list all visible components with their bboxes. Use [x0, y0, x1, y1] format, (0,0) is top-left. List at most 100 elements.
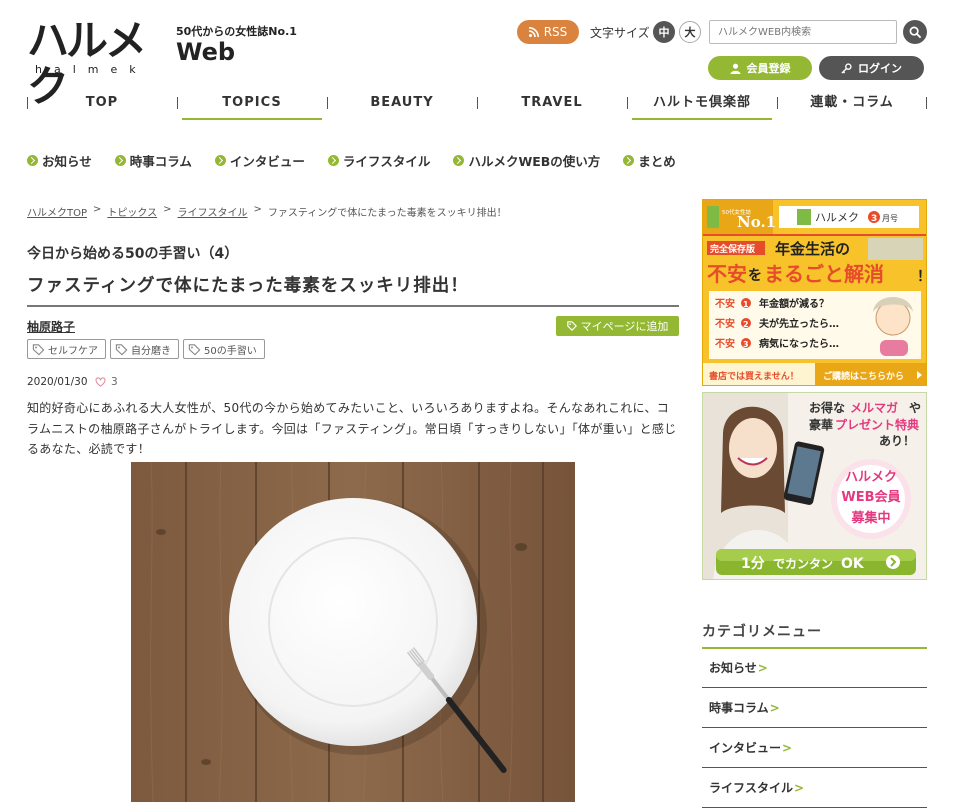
subnav-item-lifestyle[interactable]: ライフスタイル	[327, 151, 430, 170]
logo-romaji: halmek	[35, 63, 148, 76]
add-to-mypage-label: マイページに追加	[580, 320, 669, 333]
chevron-right-icon	[114, 155, 126, 166]
rss-label: RSS	[543, 25, 568, 39]
ad-point-text: 夫が先立ったら…	[758, 317, 839, 330]
breadcrumb-link-top[interactable]: ハルメクTOP	[27, 204, 87, 219]
breadcrumb-separator: >	[253, 204, 262, 215]
category-item-lifestyle[interactable]: ライフスタイル >	[702, 768, 927, 808]
author-link[interactable]: 柚原路子	[27, 318, 75, 335]
add-to-mypage-button[interactable]: マイページに追加	[556, 316, 679, 336]
category-menu-heading: カテゴリメニュー	[702, 621, 927, 649]
ad2-line1b: メルマガ	[850, 400, 898, 415]
tag-icon	[566, 321, 577, 331]
tag-chip[interactable]: セルフケア	[27, 339, 106, 359]
magazine-ad-graphic: 50代女性誌 No.1 ハルメク 3 月号 完全保存版 年金生活の 不安 を ま…	[703, 200, 927, 385]
search-icon	[909, 26, 921, 38]
heart-icon	[95, 377, 106, 387]
chevron-right-icon: >	[782, 740, 793, 755]
like-button[interactable]: 3	[95, 376, 118, 388]
article-title: ファスティングで体にたまった毒素をスッキリ排出！	[27, 272, 679, 307]
ad-point-label: 不安	[715, 337, 735, 350]
ad-footer-left: 書店では買えません！	[709, 370, 799, 382]
chevron-right-icon	[327, 155, 339, 166]
chevron-right-icon	[27, 155, 38, 166]
category-list: お知らせ > 時事コラム > インタビュー > ライフスタイル >	[702, 648, 927, 808]
chevron-right-icon: >	[769, 700, 780, 715]
key-icon	[841, 62, 852, 74]
login-button[interactable]: ログイン	[819, 56, 924, 80]
ad-point-num: 1	[743, 300, 749, 309]
ad2-line2a: 豪華	[809, 417, 833, 432]
ad2-line3: あり！	[879, 434, 915, 448]
chevron-right-icon: >	[757, 660, 768, 675]
ad-point-label: 不安	[715, 317, 735, 330]
plate-on-table-illustration	[131, 462, 575, 802]
ad2-line1a: お得な	[809, 400, 845, 415]
rss-button[interactable]: RSS	[517, 20, 579, 44]
breadcrumb-separator: >	[163, 204, 172, 215]
font-size-label: 文字サイズ	[590, 26, 650, 40]
tag-chip[interactable]: 50の手習い	[183, 339, 265, 359]
search-input[interactable]	[709, 20, 897, 44]
tag-icon	[115, 343, 128, 355]
gnav-item-beauty[interactable]: BEAUTY	[327, 92, 477, 122]
active-underline	[182, 118, 322, 120]
active-underline	[632, 118, 772, 120]
category-item-news[interactable]: お知らせ >	[702, 648, 927, 688]
breadcrumb-link-lifestyle[interactable]: ライフスタイル	[178, 204, 248, 219]
gnav-item-topics[interactable]: TOPICS	[177, 92, 327, 122]
ad-point-text: 年金額が減る？	[759, 297, 829, 310]
sub-nav: お知らせ 時事コラム インタビュー ライフスタイル ハルメクWEBの使い方 まと…	[27, 151, 676, 170]
subnav-item-howto[interactable]: ハルメクWEBの使い方	[453, 151, 600, 170]
login-label: ログイン	[858, 62, 902, 75]
ad-magazine-name: ハルメク	[815, 211, 859, 224]
ad-point-text: 病気になったら…	[759, 337, 839, 350]
ad-footer-right: ご購読はこちらから	[823, 370, 904, 382]
ad2-cta-b: でカンタン	[773, 557, 833, 571]
global-nav: TOP TOPICS BEAUTY TRAVEL ハルトモ倶楽部 連載・コラム	[27, 92, 927, 122]
category-item-interview[interactable]: インタビュー >	[702, 728, 927, 768]
font-size-medium-button[interactable]: 中	[653, 21, 675, 43]
category-item-current-affairs[interactable]: 時事コラム >	[702, 688, 927, 728]
tag-chip[interactable]: 自分磨き	[110, 339, 179, 359]
ad-headline-1: 年金生活の	[775, 240, 850, 258]
tag-icon	[32, 343, 45, 355]
ad2-circle-2: WEB会員	[841, 489, 900, 505]
subnav-item-interview[interactable]: インタビュー	[214, 151, 305, 170]
ad2-circle-1: ハルメク	[845, 470, 897, 485]
ad-point-label: 不安	[715, 297, 735, 310]
chevron-right-icon	[214, 155, 226, 166]
ad-month-suffix: 月号	[882, 214, 898, 223]
ad2-cta-c: OK	[841, 556, 865, 572]
ad-headline-2b: を	[748, 268, 762, 284]
membership-ad-banner[interactable]: お得な メルマガ や 豪華 プレゼント特典 あり！ ハルメク WEB会員 募集中…	[702, 392, 927, 580]
gnav-item-column[interactable]: 連載・コラム	[777, 92, 927, 122]
subnav-item-current-affairs[interactable]: 時事コラム	[114, 151, 192, 170]
gnav-item-top[interactable]: TOP	[27, 92, 177, 122]
gnav-item-harutomo[interactable]: ハルトモ倶楽部	[627, 92, 777, 122]
site-tagline: 50代からの女性誌No.1	[176, 25, 297, 38]
ad-headline-2c: まるごと解消	[764, 262, 884, 286]
breadcrumb-separator: >	[93, 204, 102, 215]
user-icon	[729, 63, 741, 74]
search-button[interactable]	[903, 20, 927, 44]
article-hero-image	[131, 462, 575, 802]
subnav-item-news[interactable]: お知らせ	[27, 151, 92, 170]
breadcrumb-link-topics[interactable]: トピックス	[107, 204, 157, 219]
subnav-item-summary[interactable]: まとめ	[623, 151, 676, 170]
ad2-cta-a: 1分	[741, 556, 765, 572]
font-size-large-button[interactable]: 大	[679, 21, 701, 43]
ad-headline-2d: ！	[917, 269, 927, 285]
magazine-ad-banner[interactable]: 50代女性誌 No.1 ハルメク 3 月号 完全保存版 年金生活の 不安 を ま…	[702, 199, 927, 386]
member-register-label: 会員登録	[746, 62, 791, 75]
tag-list: セルフケア 自分磨き 50の手習い	[27, 339, 265, 359]
article-series: 今日から始める50の手習い（4）	[27, 246, 239, 262]
publish-date: 2020/01/30	[27, 376, 88, 388]
site-logo[interactable]: ハルメク halmek	[27, 18, 177, 110]
membership-ad-graphic: お得な メルマガ や 豪華 プレゼント特典 あり！ ハルメク WEB会員 募集中…	[703, 393, 926, 579]
ad-headline-2a: 不安	[707, 262, 747, 286]
member-register-button[interactable]: 会員登録	[708, 56, 812, 80]
gnav-item-travel[interactable]: TRAVEL	[477, 92, 627, 122]
ad-month-number: 3	[871, 214, 877, 224]
ad-point-num: 2	[743, 320, 749, 329]
